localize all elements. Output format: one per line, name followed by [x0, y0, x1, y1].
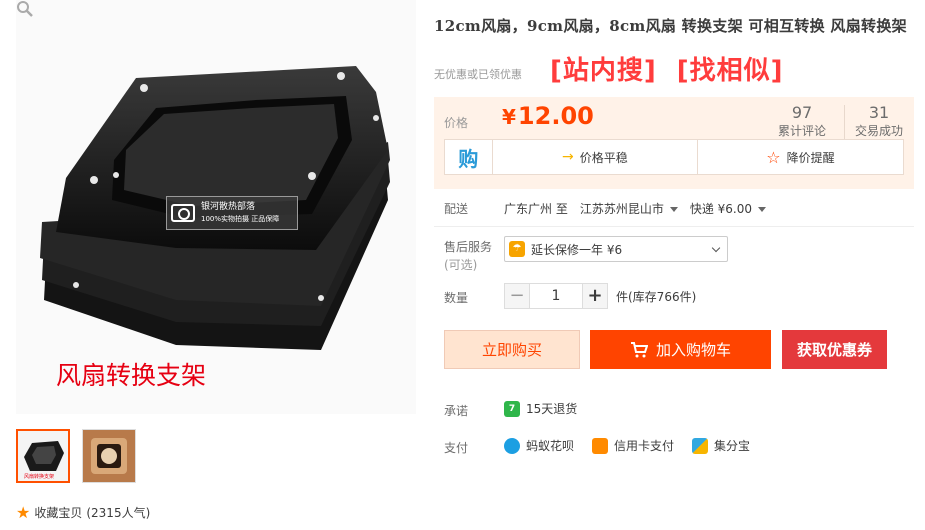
payment-row: 蚂蚁花呗 信用卡支付 集分宝 [504, 437, 750, 454]
shipping-from: 广东广州 至 [504, 202, 568, 216]
price-panel: 价格 ¥12.00 97 累计评论 31 交易成功 购 → 价格平稳 ☆ 降价提… [434, 97, 914, 189]
quantity-stepper: − 1 + 件(库存766件) [504, 283, 696, 309]
price-value: ¥12.00 [502, 102, 594, 130]
price-trend[interactable]: → 价格平稳 [493, 140, 698, 174]
price-alert-button[interactable]: ☆ 降价提醒 [698, 140, 903, 174]
umbrella-icon: ☂ [509, 241, 525, 257]
return-policy-icon: 7 [504, 400, 520, 417]
thumbnail-1[interactable]: 风扇转换支架 [16, 429, 70, 483]
quantity-label: 数量 [444, 291, 469, 305]
image-caption: 风扇转换支架 [56, 361, 207, 390]
return-policy-text[interactable]: 15天退货 [526, 400, 577, 417]
product-page: 银河散热部落 100%实物拍摄 正品保障 风扇转换支架 风扇转换支架 ★ 收藏宝… [0, 0, 925, 530]
onsite-search-link[interactable]: [站内搜] [550, 50, 657, 87]
add-to-cart-button[interactable]: 加入购物车 [590, 330, 771, 369]
cart-icon [630, 341, 648, 357]
reviews-stat[interactable]: 97 累计评论 [778, 103, 826, 139]
find-similar-link[interactable]: [找相似] [677, 50, 784, 87]
price-tools-row: 购 → 价格平稳 ☆ 降价提醒 [444, 139, 904, 175]
watermark-subtitle: 100%实物拍摄 正品保障 [201, 215, 280, 223]
add-to-cart-label: 加入购物车 [655, 341, 731, 359]
watermark-title: 银河散热部落 [201, 202, 256, 212]
price-alert-label: 降价提醒 [786, 150, 835, 165]
star-outline-icon: ☆ [766, 147, 781, 167]
stat-divider [844, 105, 845, 141]
shipping-label: 配送 [444, 202, 469, 216]
warranty-optional: (可选) [444, 258, 478, 272]
get-coupon-button[interactable]: 获取优惠券 [782, 330, 887, 369]
deals-label: 交易成功 [855, 124, 904, 138]
stock-info: 件(库存766件) [616, 289, 697, 304]
price-amount: 12.00 [517, 102, 594, 130]
shipping-method[interactable]: 快递 ¥6.00 [690, 200, 767, 217]
thumbnail-2[interactable] [82, 429, 136, 483]
payment-label: 支付 [444, 441, 469, 455]
deals-stat: 31 交易成功 [855, 103, 903, 139]
shopping-bag-icon[interactable]: 购 [445, 140, 493, 174]
thumbnail-strip: 风扇转换支架 [16, 429, 136, 483]
payment-credit-card[interactable]: 信用卡支付 [592, 437, 674, 454]
camera-icon [171, 204, 195, 222]
shipping-row: 广东广州 至 江苏苏州昆山市 快递 ¥6.00 [504, 200, 767, 217]
payment-jifenbao[interactable]: 集分宝 [692, 437, 750, 454]
chevron-down-icon [711, 243, 721, 253]
reviews-label: 累计评论 [778, 124, 827, 138]
warranty-select[interactable]: ☂ 延长保修一年 ¥6 [504, 236, 728, 262]
decrement-button[interactable]: − [504, 283, 530, 309]
favorite-count: (2315人气) [86, 506, 151, 520]
product-title: 12cm风扇，9cm风扇，8cm风扇 转换支架 可相互转换 风扇转换架 [434, 17, 907, 35]
star-icon: ★ [16, 502, 31, 522]
main-product-image[interactable]: 银河散热部落 100%实物拍摄 正品保障 风扇转换支架 [16, 0, 416, 414]
payment-method-label: 蚂蚁花呗 [526, 439, 575, 453]
watermark-badge: 银河散热部落 100%实物拍摄 正品保障 [166, 196, 298, 230]
deals-count: 31 [868, 103, 890, 122]
price-label: 价格 [444, 116, 469, 130]
buy-now-button[interactable]: 立即购买 [444, 330, 580, 369]
svg-text:风扇转换支架: 风扇转换支架 [24, 473, 54, 480]
warranty-option: 延长保修一年 ¥6 [531, 242, 623, 257]
magnifier-icon[interactable] [16, 0, 34, 18]
thumb-brown-bracket [83, 430, 135, 482]
warranty-label: 售后服务 [444, 240, 493, 254]
payment-method-label: 集分宝 [714, 439, 751, 453]
favorite-link[interactable]: ★ 收藏宝贝 (2315人气) [16, 504, 150, 521]
payment-method-label: 信用卡支付 [614, 439, 675, 453]
favorite-label: 收藏宝贝 [34, 506, 83, 520]
shipping-destination[interactable]: 江苏苏州昆山市 [580, 200, 678, 217]
quantity-input[interactable]: 1 [530, 283, 582, 309]
caret-down-icon [758, 207, 767, 212]
caret-down-icon [669, 207, 678, 212]
promise-label: 承诺 [444, 404, 469, 418]
divider [434, 226, 914, 227]
reviews-count: 97 [791, 103, 813, 122]
price-trend-label: 价格平稳 [579, 150, 628, 165]
coupon-status: 无优惠或已领优惠 [434, 68, 522, 81]
huabei-icon [504, 437, 520, 454]
thumb-black-bracket: 风扇转换支架 [18, 431, 68, 481]
arrow-right-icon: → [561, 149, 574, 165]
jifenbao-icon [692, 437, 709, 454]
currency-symbol: ¥ [502, 105, 516, 129]
search-links: [站内搜] [找相似] [550, 50, 784, 87]
increment-button[interactable]: + [582, 283, 608, 309]
promise-row: 7 15天退货 [504, 400, 577, 417]
payment-huabei[interactable]: 蚂蚁花呗 [504, 437, 574, 454]
credit-card-icon [592, 437, 609, 454]
